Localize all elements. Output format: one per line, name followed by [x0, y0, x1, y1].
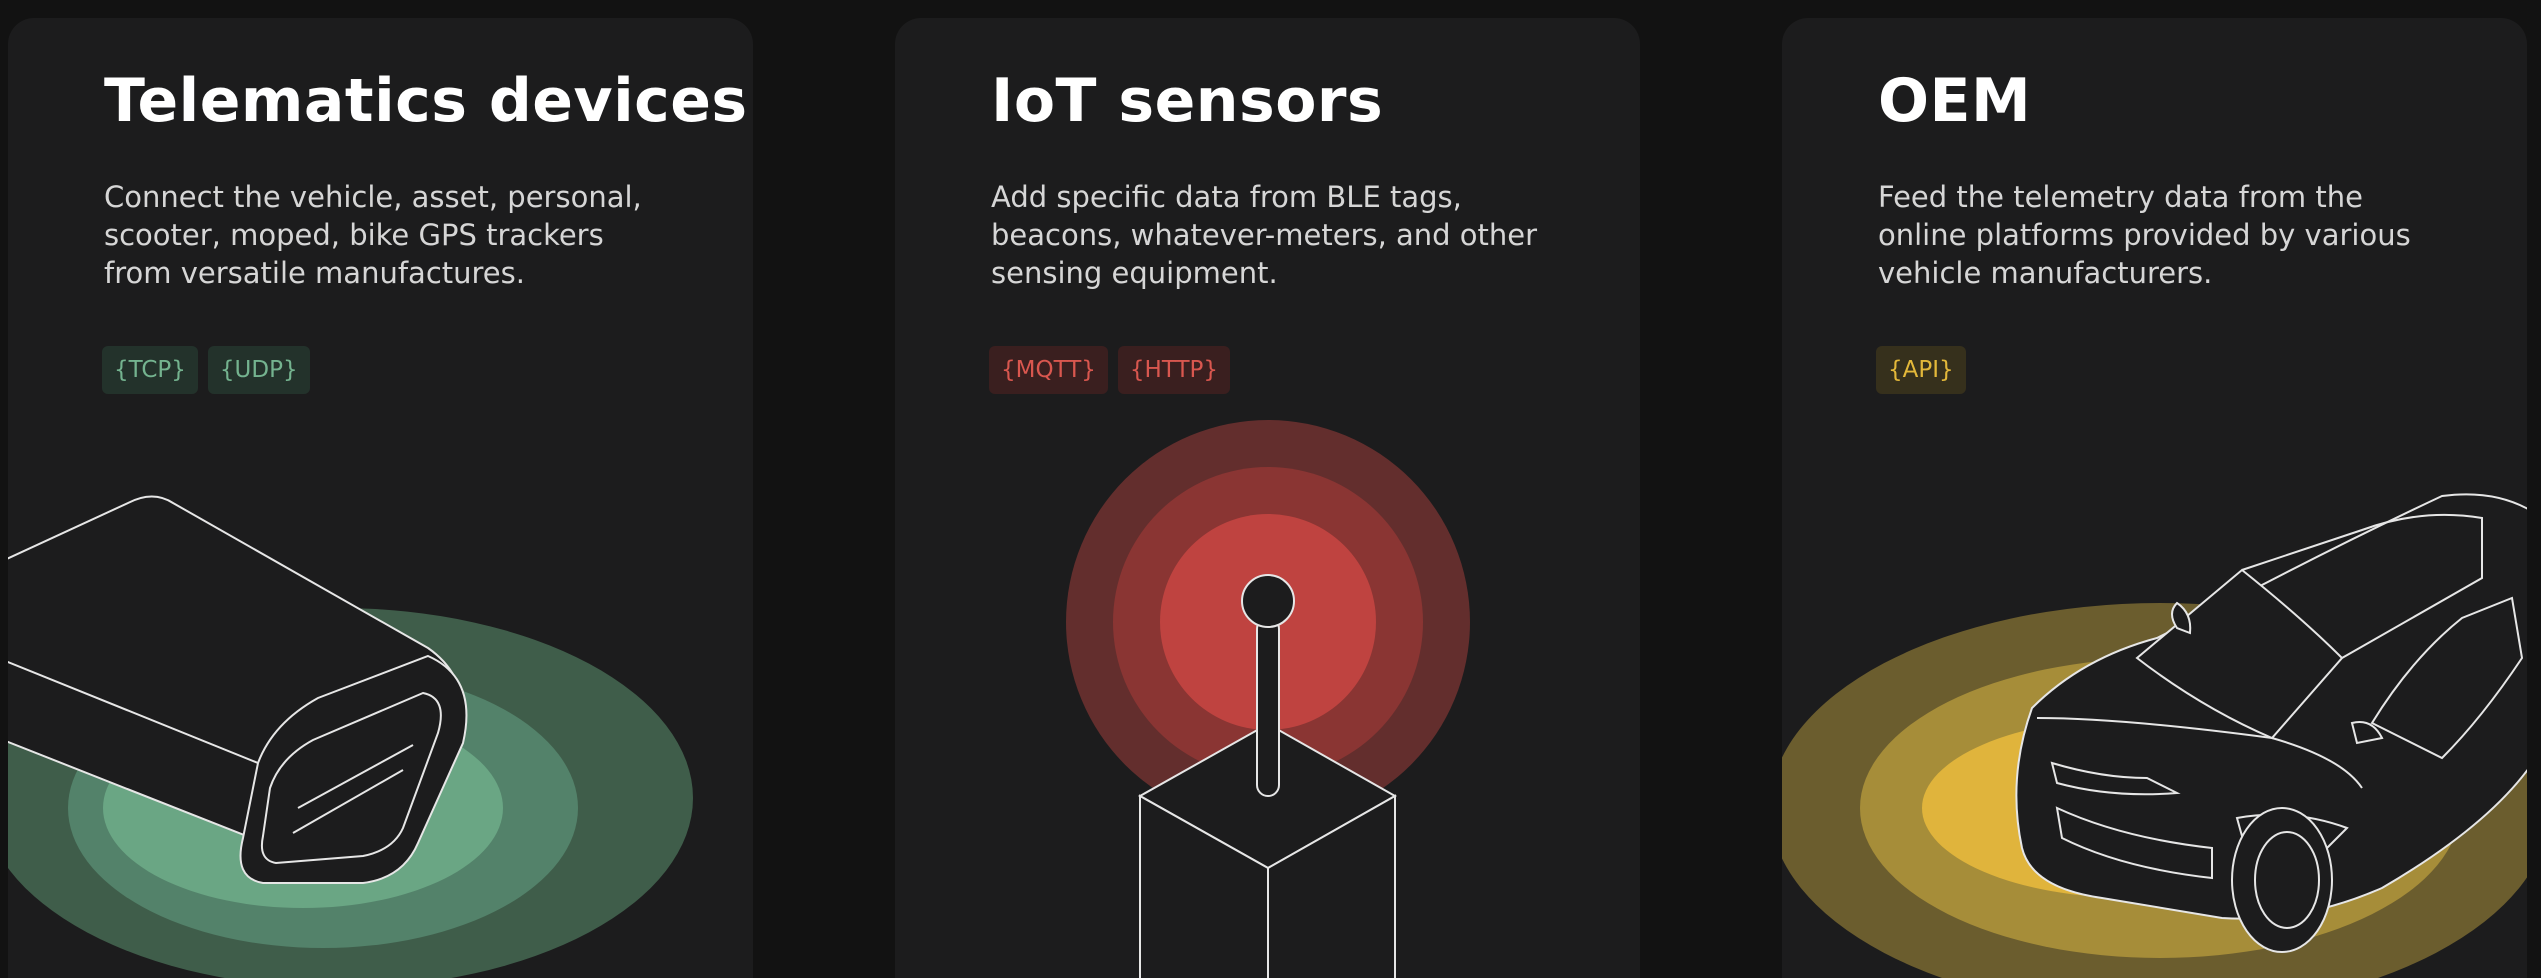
- tag-mqtt: {MQTT}: [989, 346, 1108, 394]
- integrations-section: Telematics devices Connect the vehicle, …: [0, 0, 2541, 978]
- tag-udp: {UDP}: [207, 346, 310, 394]
- protocol-tags: {TCP} {UDP}: [102, 346, 310, 394]
- tag-http: {HTTP}: [1117, 346, 1231, 394]
- card-telematics-devices: Telematics devices Connect the vehicle, …: [8, 18, 753, 978]
- iot-sensor-beacon-icon: [1066, 420, 1470, 978]
- card-description: Connect the vehicle, asset, personal, sc…: [104, 180, 642, 290]
- card-description: Feed the telemetry data from the online …: [1878, 180, 2411, 290]
- obd-tracker-device-icon: [8, 495, 693, 978]
- card-title: OEM: [1878, 66, 2032, 136]
- card-iot-sensors: IoT sensors Add specific data from BLE t…: [895, 18, 1640, 978]
- car-icon: [1782, 493, 2527, 978]
- card-title: IoT sensors: [991, 66, 1384, 136]
- card-title: Telematics devices: [104, 66, 748, 136]
- card-description: Add specific data from BLE tags, beacons…: [991, 180, 1538, 290]
- tag-tcp: {TCP}: [102, 346, 198, 394]
- protocol-tags: {API}: [1876, 346, 1966, 394]
- protocol-tags: {MQTT} {HTTP}: [989, 346, 1231, 394]
- card-oem: OEM Feed the telemetry data from the onl…: [1782, 18, 2527, 978]
- tag-api: {API}: [1876, 346, 1966, 394]
